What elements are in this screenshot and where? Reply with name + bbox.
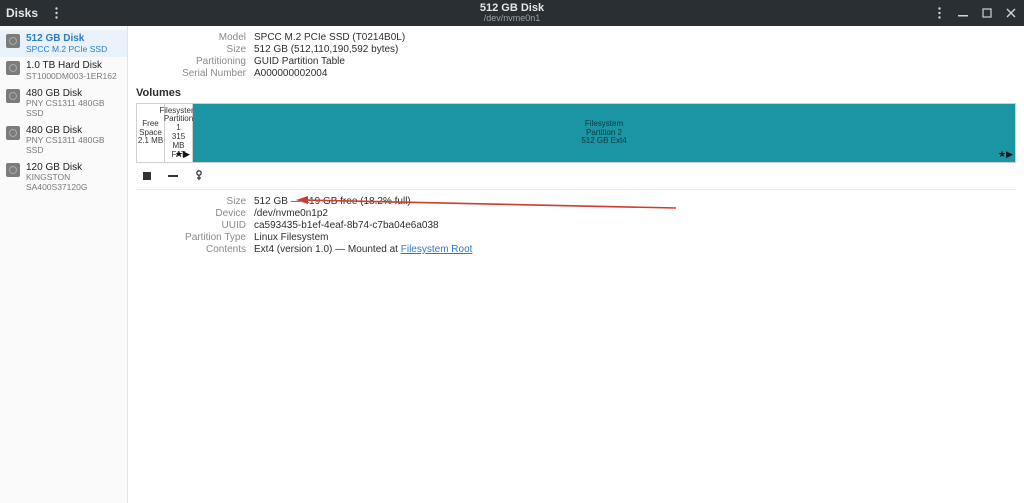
detail-label: Device: [136, 208, 254, 219]
info-value: GUID Partition Table: [254, 56, 345, 67]
info-label: Size: [136, 44, 254, 55]
info-label: Model: [136, 32, 254, 43]
bootable-star-icon: ★▶: [998, 150, 1013, 160]
app-menu-button[interactable]: [48, 5, 64, 21]
detail-value: /dev/nvme0n1p2: [254, 208, 328, 219]
disk-item-sub: KINGSTON SA400S37120G: [26, 173, 121, 193]
close-button[interactable]: [1004, 6, 1018, 20]
disk-item-title: 512 GB Disk: [26, 33, 107, 45]
disk-item-sub: ST1000DM003-1ER162: [26, 72, 117, 82]
disk-icon: [6, 126, 20, 140]
volume-segment-partition1[interactable]: Filesystem Partition 1 315 MB FAT ★▶: [165, 104, 193, 162]
disk-item-sub: PNY CS1311 480GB SSD: [26, 99, 121, 119]
info-label: Serial Number: [136, 68, 254, 79]
info-value: 512 GB (512,110,190,592 bytes): [254, 44, 398, 55]
detail-label: Contents: [136, 244, 254, 255]
drive-menu-button[interactable]: [932, 6, 946, 20]
partition-options-button[interactable]: [192, 169, 206, 183]
detail-label: UUID: [136, 220, 254, 231]
window-subtitle: /dev/nvme0n1: [480, 14, 544, 24]
info-label: Partitioning: [136, 56, 254, 67]
disk-item[interactable]: 1.0 TB Hard Disk ST1000DM003-1ER162: [0, 57, 127, 84]
maximize-button[interactable]: [980, 6, 994, 20]
disk-item-sub: PNY CS1311 480GB SSD: [26, 136, 121, 156]
volume-details: Size512 GB — 419 GB free (18.2% full) De…: [136, 196, 1016, 255]
disk-item-sub: SPCC M.2 PCIe SSD: [26, 45, 107, 55]
volume-bar: Free Space 2.1 MB Filesystem Partition 1…: [136, 103, 1016, 163]
disk-icon: [6, 61, 20, 75]
info-value: A000000002004: [254, 68, 327, 79]
content-pane: ModelSPCC M.2 PCIe SSD (T0214B0L) Size51…: [128, 26, 1024, 503]
title-bar: Disks 512 GB Disk /dev/nvme0n1: [0, 0, 1024, 26]
disk-item[interactable]: 512 GB Disk SPCC M.2 PCIe SSD: [0, 30, 127, 57]
disk-item[interactable]: 480 GB Disk PNY CS1311 480GB SSD: [0, 85, 127, 122]
delete-partition-button[interactable]: [166, 169, 180, 183]
minimize-button[interactable]: [956, 6, 970, 20]
detail-value: 512 GB — 419 GB free (18.2% full): [254, 196, 411, 207]
disk-icon: [6, 89, 20, 103]
detail-label: Size: [136, 196, 254, 207]
detail-value: ca593435-b1ef-4eaf-8b74-c7ba04e6a038: [254, 220, 439, 231]
detail-label: Partition Type: [136, 232, 254, 243]
detail-value: Ext4 (version 1.0) — Mounted at Filesyst…: [254, 244, 472, 255]
volume-segment-partition2[interactable]: Filesystem Partition 2 512 GB Ext4 ★▶: [193, 104, 1015, 162]
disk-icon: [6, 34, 20, 48]
volume-toolbar: [136, 163, 1016, 190]
seg-line: Partition 1: [164, 115, 193, 133]
volumes-header: Volumes: [136, 87, 1016, 99]
info-value: SPCC M.2 PCIe SSD (T0214B0L): [254, 32, 405, 43]
disk-icon: [6, 163, 20, 177]
disk-list-sidebar: 512 GB Disk SPCC M.2 PCIe SSD 1.0 TB Har…: [0, 26, 128, 503]
app-name: Disks: [6, 6, 38, 20]
bootable-star-icon: ★▶: [175, 150, 190, 160]
unmount-button[interactable]: [140, 169, 154, 183]
drive-info: ModelSPCC M.2 PCIe SSD (T0214B0L) Size51…: [136, 32, 1016, 79]
seg-line: 2.1 MB: [138, 137, 163, 146]
disk-item[interactable]: 480 GB Disk PNY CS1311 480GB SSD: [0, 122, 127, 159]
disk-item[interactable]: 120 GB Disk KINGSTON SA400S37120G: [0, 159, 127, 196]
detail-value: Linux Filesystem: [254, 232, 328, 243]
filesystem-root-link[interactable]: Filesystem Root: [401, 244, 473, 255]
seg-line: Free Space: [137, 120, 164, 138]
seg-line: 512 GB Ext4: [581, 137, 626, 146]
